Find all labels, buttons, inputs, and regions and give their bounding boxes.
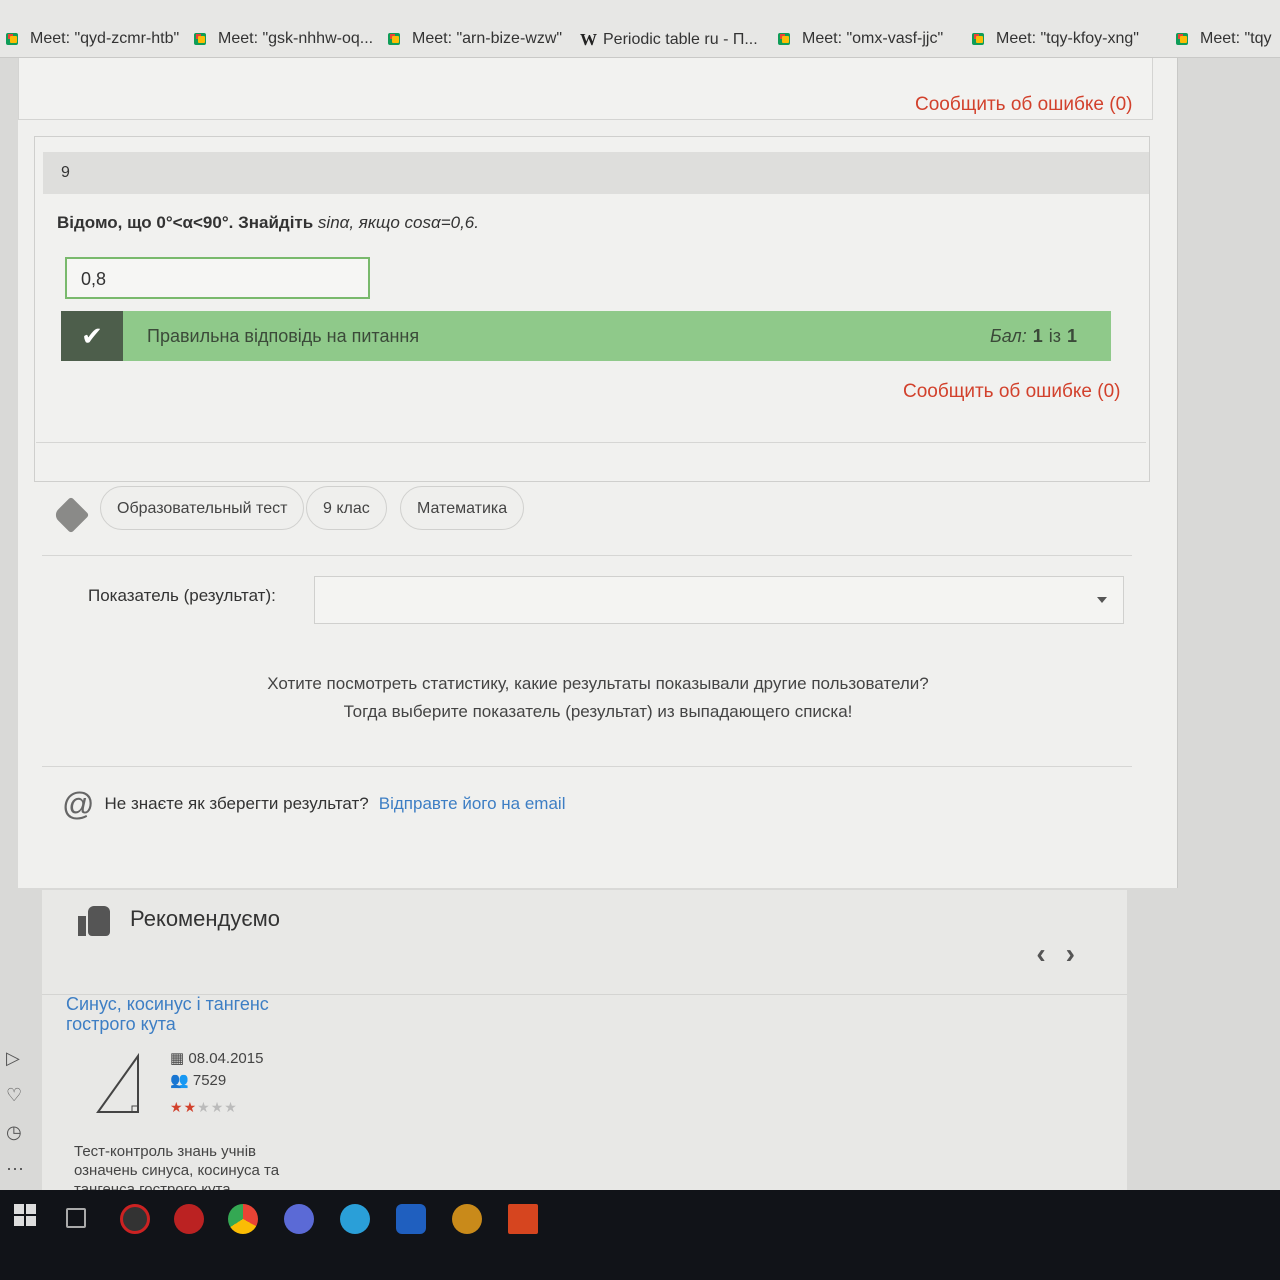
date-row: ▦ 08.04.2015 <box>170 1050 264 1067</box>
telegram-icon[interactable] <box>340 1204 370 1234</box>
bookmark-meet-4[interactable]: Meet: "omx-vasf-jjc" <box>778 30 943 48</box>
question-header: 9 <box>43 152 1149 194</box>
result-message: Правильна відповідь на питання <box>147 326 420 346</box>
warcraft-icon[interactable] <box>452 1204 482 1234</box>
indicator-label: Показатель (результат): <box>88 586 276 605</box>
recommendations-title: Рекомендуємо <box>130 906 280 931</box>
star-filled-icon: ★ <box>170 1099 184 1115</box>
test-results-panel: Сообщить об ошибке (0) 9 Відомо, що 0°<α… <box>18 58 1178 888</box>
carousel-nav: ‹ › <box>1036 938 1075 970</box>
tags-row: Образовательный тест 9 клас Математика <box>36 478 1146 558</box>
bookmark-meet-5[interactable]: Meet: "tqy-kfoy-xng" <box>972 30 1139 48</box>
meet-icon <box>1176 32 1194 46</box>
report-error-link[interactable]: Сообщить об ошибке (0) <box>915 94 1133 116</box>
meet-icon <box>778 32 796 46</box>
bookmark-meet-3[interactable]: Meet: "arn-bize-wzw" <box>388 30 562 48</box>
chrome-icon[interactable] <box>228 1204 258 1234</box>
bookmarks-bar: Meet: "qyd-zcmr-htb" Meet: "gsk-nhhw-oq.… <box>0 0 1280 58</box>
meet-icon <box>6 32 24 46</box>
divider <box>36 442 1146 443</box>
bookmark-meet-1[interactable]: Meet: "qyd-zcmr-htb" <box>6 30 179 48</box>
chevron-right-icon[interactable]: › <box>1066 938 1075 970</box>
star-empty-icon: ★ <box>210 1099 225 1115</box>
os-taskbar <box>0 1190 1280 1280</box>
triangle-thumbnail <box>96 1052 139 1113</box>
meet-icon <box>972 32 990 46</box>
answer-field[interactable]: 0,8 <box>65 257 370 299</box>
previous-question-card: Сообщить об ошибке (0) <box>18 58 1153 120</box>
report-error-link[interactable]: Сообщить об ошибке (0) <box>903 381 1121 403</box>
indicator-select[interactable] <box>314 576 1124 624</box>
heart-icon[interactable]: ♡ <box>6 1085 24 1106</box>
statistics-hint: Хотите посмотреть статистику, какие резу… <box>267 674 929 721</box>
divider <box>42 555 1132 556</box>
checkmark-icon: ✔ <box>61 311 123 361</box>
viber-icon[interactable] <box>284 1204 314 1234</box>
tag-math[interactable]: Математика <box>400 486 525 530</box>
opera-icon[interactable] <box>174 1204 204 1234</box>
more-icon[interactable]: ⋯ <box>6 1159 24 1180</box>
send-email-link[interactable]: Відправте його на email <box>379 794 566 814</box>
chevron-left-icon[interactable]: ‹ <box>1036 938 1045 970</box>
windows-start-icon[interactable] <box>14 1204 36 1226</box>
chevron-down-icon <box>1097 597 1107 603</box>
meet-icon <box>388 32 406 46</box>
tag-icon <box>52 496 90 534</box>
question-number: 9 <box>61 164 70 181</box>
views-row: 👥 7529 <box>170 1072 227 1089</box>
tag-grade-9[interactable]: 9 клас <box>306 486 387 530</box>
recommended-test-link[interactable]: Синус, косинус і тангенс гострого кута <box>66 994 306 1034</box>
at-icon: @ <box>62 786 95 822</box>
play-icon[interactable]: ▷ <box>6 1048 24 1069</box>
correct-answer-banner: ✔ Правильна відповідь на питання Бал: 1 із… <box>61 311 1111 361</box>
recommended-test-meta: ▦ 08.04.2015 👥 7529 ★★★★★ <box>170 1048 263 1118</box>
users-icon: 👥 <box>170 1072 189 1089</box>
rating-stars: ★★★★★ <box>170 1096 263 1118</box>
calendar-icon: ▦ <box>170 1050 185 1067</box>
recorder-icon[interactable] <box>120 1204 150 1234</box>
recommendations-panel: Рекомендуємо ‹ › Синус, косинус і танген… <box>42 890 1127 1198</box>
score: Бал: 1 із 1 <box>990 326 1077 346</box>
wikipedia-icon: W <box>580 30 597 49</box>
question-text: Відомо, що 0°<α<90°. Знайдіть sinα, якщо… <box>57 213 479 232</box>
bookmark-meet-2[interactable]: Meet: "gsk-nhhw-oq... <box>194 30 373 48</box>
side-toolbar: ▷ ♡ ◷ ⋯ <box>6 1048 24 1180</box>
recommendations-header: Рекомендуємо <box>78 902 280 936</box>
app-icon[interactable] <box>396 1204 426 1234</box>
meet-icon <box>194 32 212 46</box>
divider <box>42 766 1132 767</box>
question-card: 9 Відомо, що 0°<α<90°. Знайдіть sinα, як… <box>34 136 1150 482</box>
bookmark-meet-6[interactable]: Meet: "tqy <box>1176 30 1271 48</box>
clock-icon[interactable]: ◷ <box>6 1122 24 1143</box>
app-icon[interactable] <box>508 1204 538 1234</box>
star-filled-icon: ★ <box>183 1099 198 1115</box>
star-empty-icon: ★ <box>197 1099 211 1115</box>
bookmark-periodic-table[interactable]: W Periodic table ru - П... <box>580 30 758 50</box>
tag-educational-test[interactable]: Образовательный тест <box>100 486 305 530</box>
task-view-icon[interactable] <box>66 1208 86 1228</box>
save-result-row: @ Не знаєте як зберегти результат? Відпр… <box>62 786 566 822</box>
star-empty-icon: ★ <box>224 1099 238 1115</box>
thumbs-up-icon <box>78 902 112 936</box>
